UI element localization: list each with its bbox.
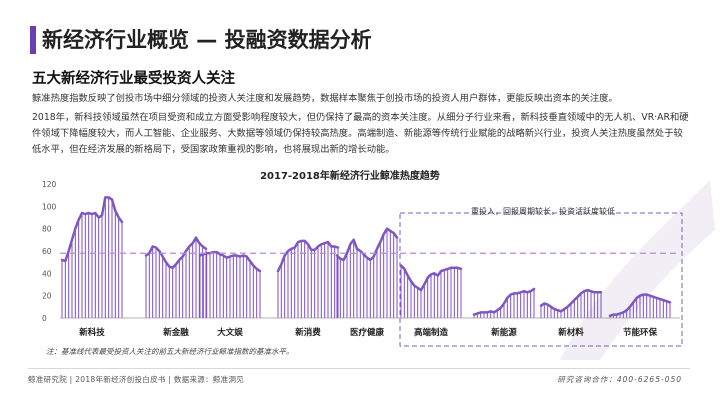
y-tick-label: 100 — [42, 202, 57, 211]
chart-title: 2017-2018年新经济行业鲸准热度趋势 — [260, 169, 440, 182]
category-label: 新材料 — [558, 327, 584, 338]
y-tick-label: 80 — [42, 225, 52, 234]
footer-divider — [28, 368, 690, 369]
y-tick-label: 60 — [42, 247, 52, 256]
category-label: 新消费 — [295, 327, 321, 338]
y-tick-label: 40 — [42, 269, 52, 278]
category-label: 大文娱 — [217, 327, 243, 338]
category-label: 新科技 — [79, 327, 105, 338]
y-tick-label: 0 — [42, 314, 47, 323]
chart-note: 注：基准线代表最受投资人关注的前五大新经济行业鲸准指数的基准水平。 — [46, 347, 294, 356]
y-tick-label: 20 — [42, 292, 52, 301]
footer-source: 鲸准研究院 | 2018年新经济创投白皮书 | 数据来源：鲸准洞见 — [28, 375, 245, 384]
category-label: 医疗健康 — [350, 327, 385, 338]
category-label: 新金融 — [163, 327, 189, 338]
series-line — [335, 227, 399, 262]
annotation-text: 重投入，回报周期较长，投资活跃度较低 — [471, 206, 615, 216]
category-label: 高端制造 — [414, 327, 449, 338]
heat-trend-chart: 2017-2018年新经济行业鲸准热度趋势 0 20 40 60 80 100 120 重投入，… — [42, 169, 683, 356]
y-tick-label: 120 — [42, 180, 57, 189]
category-label: 节能环保 — [623, 327, 658, 338]
footer-contact: 研究咨询合作：400-6265-050 — [557, 375, 682, 384]
low-attention-box — [399, 212, 683, 347]
category-label: 新能源 — [491, 327, 517, 338]
